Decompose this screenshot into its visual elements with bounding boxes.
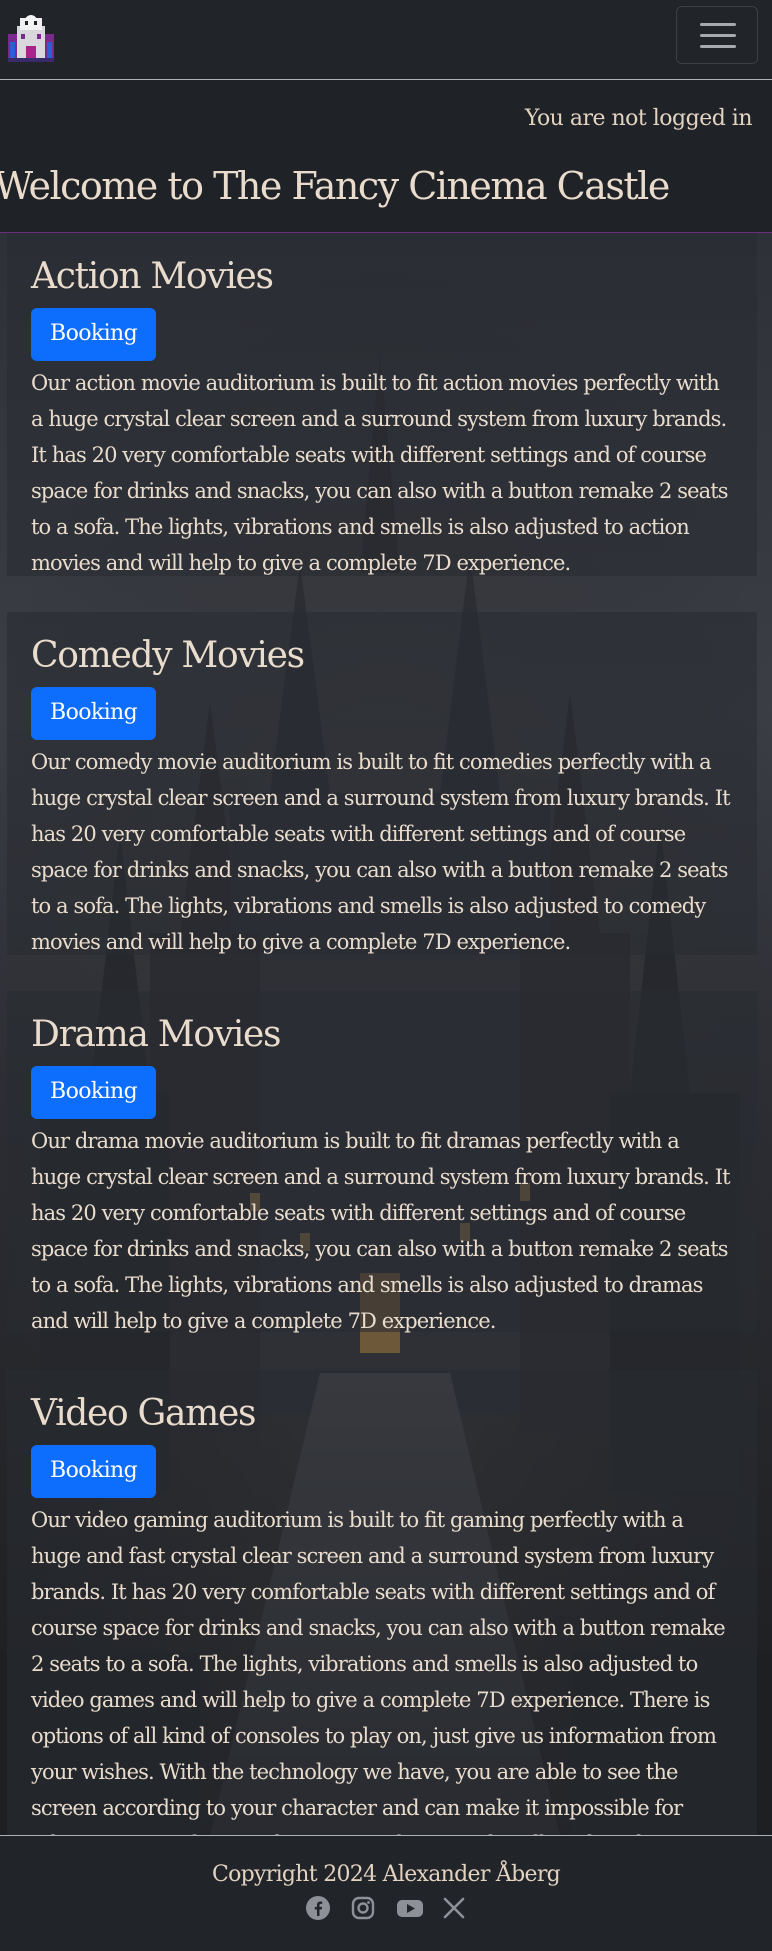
section-title: Action Movies xyxy=(31,256,274,297)
login-status-text: You are not logged in xyxy=(524,106,753,131)
drama-movies-section: Drama Movies Booking Our drama movie aud… xyxy=(7,991,757,1333)
section-description: Our drama movie auditorium is built to f… xyxy=(31,1128,731,1333)
x-icon[interactable] xyxy=(441,1895,467,1921)
page-footer: Copyright 2024 Alexander Åberg xyxy=(0,1835,772,1951)
section-description: Our action movie auditorium is built to … xyxy=(31,370,729,575)
comedy-booking-button[interactable]: Booking xyxy=(31,687,157,740)
navbar-toggle-button[interactable] xyxy=(676,6,758,64)
page-title: Welcome to The Fancy Cinema Castle xyxy=(0,164,670,208)
section-title: Drama Movies xyxy=(31,1014,281,1055)
instagram-icon[interactable] xyxy=(350,1895,376,1921)
video-games-section: Video Games Booking Our video gaming aud… xyxy=(7,1370,757,1892)
castle-logo-icon xyxy=(8,15,54,62)
section-title: Video Games xyxy=(31,1393,256,1434)
action-booking-button[interactable]: Booking xyxy=(31,308,157,361)
youtube-icon[interactable] xyxy=(396,1895,423,1921)
action-movies-section: Action Movies Booking Our action movie a… xyxy=(7,233,757,576)
copyright-text: Copyright 2024 Alexander Åberg xyxy=(211,1862,561,1887)
hamburger-menu-icon xyxy=(700,23,736,26)
facebook-icon[interactable] xyxy=(305,1895,331,1921)
comedy-movies-section: Comedy Movies Booking Our comedy movie a… xyxy=(7,612,757,955)
top-navbar xyxy=(0,0,772,80)
section-description: Our comedy movie auditorium is built to … xyxy=(31,749,731,954)
drama-booking-button[interactable]: Booking xyxy=(31,1066,157,1119)
section-title: Comedy Movies xyxy=(31,635,305,676)
social-links xyxy=(0,1895,772,1921)
video-games-booking-button[interactable]: Booking xyxy=(31,1445,157,1498)
